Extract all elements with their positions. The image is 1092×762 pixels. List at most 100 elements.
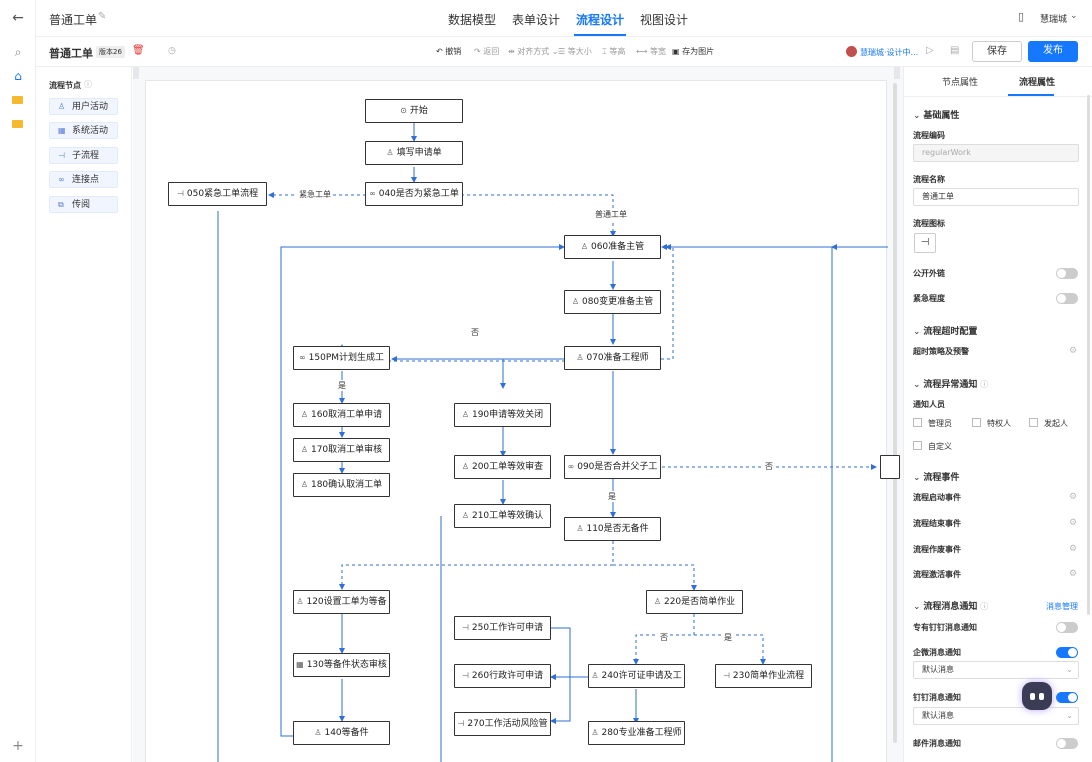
- checkbox-custom[interactable]: 自定义: [913, 441, 952, 452]
- node-220[interactable]: ♙ 220是否简单作业: [646, 590, 743, 614]
- clock-icon[interactable]: ◷: [168, 46, 176, 56]
- chevron-down-icon[interactable]: ⌄: [1070, 11, 1078, 21]
- palette-system-activity[interactable]: ▦ 系统活动: [49, 122, 118, 139]
- node-200[interactable]: ♙ 200工单等效审查: [454, 455, 551, 479]
- gear-icon[interactable]: ⚙: [1069, 518, 1077, 528]
- same-size-button[interactable]: ☰ 等大小: [558, 46, 592, 57]
- publish-button[interactable]: 发布: [1028, 41, 1078, 62]
- node-270[interactable]: ⊣ 270工作活动风险管: [454, 712, 551, 736]
- node-140[interactable]: ♙ 140等备件: [293, 721, 390, 745]
- folder-icon[interactable]: [10, 116, 26, 132]
- doc-icon[interactable]: ▯: [1018, 10, 1024, 23]
- node-010[interactable]: ♙ 填写申请单: [365, 141, 463, 165]
- panel-scrollbar[interactable]: [1087, 95, 1090, 615]
- edit-icon[interactable]: ✎: [98, 11, 106, 22]
- gear-icon[interactable]: ⚙: [1069, 492, 1077, 502]
- collapse-right-handle[interactable]: [894, 67, 900, 79]
- checkbox-admin[interactable]: 管理员: [913, 418, 952, 429]
- help-icon[interactable]: ⓘ: [84, 79, 92, 90]
- node-120[interactable]: ♙ 120设置工单为等备: [293, 590, 390, 614]
- node-150[interactable]: ∞ 150PM计划生成工: [293, 346, 390, 370]
- home-icon[interactable]: ⌂: [10, 68, 26, 84]
- save-button[interactable]: 保存: [972, 41, 1022, 62]
- urgency-toggle[interactable]: [1056, 293, 1078, 304]
- gear-icon[interactable]: ⚙: [1069, 569, 1077, 579]
- node-start[interactable]: ⊙ 开始: [365, 99, 463, 123]
- search-icon[interactable]: ⌕: [10, 44, 26, 60]
- collapse-timeout-icon[interactable]: ⌄ 流程超时配置: [913, 324, 977, 337]
- tab-flow-props[interactable]: 流程属性: [1019, 75, 1055, 88]
- palette-connector[interactable]: ∞ 连接点: [49, 171, 118, 188]
- same-height-button[interactable]: ⌶ 等高: [602, 46, 625, 57]
- checkbox-privileged[interactable]: 特权人: [972, 418, 1011, 429]
- node-040[interactable]: ∞ 040是否为紧急工单: [365, 182, 463, 206]
- node-240[interactable]: ♙ 240许可证申请及工: [588, 664, 685, 688]
- node-070[interactable]: ♙ 070准备工程师: [564, 346, 661, 370]
- folder-icon[interactable]: [10, 92, 26, 108]
- collapse-left-handle[interactable]: [133, 67, 139, 79]
- collapse-events-icon[interactable]: ⌄ 流程事件: [913, 470, 959, 483]
- collapse-msg-icon[interactable]: ⌄ 流程消息通知 ⓘ: [913, 599, 988, 612]
- tab-form-design[interactable]: 表单设计: [512, 11, 560, 28]
- flow-name-input[interactable]: 普通工单: [913, 188, 1079, 206]
- node-060[interactable]: ♙ 060准备主管: [564, 235, 661, 259]
- node-230[interactable]: ⊣ 230简单作业流程: [715, 664, 812, 688]
- help-icon: ⓘ: [980, 380, 989, 389]
- align-button[interactable]: ⇹ 对齐方式 ⌄: [508, 46, 559, 57]
- node-190[interactable]: ♙ 190申请等效关闭: [454, 403, 551, 427]
- dingtalk-exclusive-toggle[interactable]: [1056, 622, 1078, 633]
- gear-icon[interactable]: ⚙: [1069, 544, 1077, 554]
- undo-button[interactable]: ↶ 撤销: [436, 46, 461, 57]
- node-offscreen[interactable]: [880, 455, 900, 479]
- assistant-bot-icon[interactable]: [1022, 682, 1052, 710]
- node-130[interactable]: ▦ 130等备件状态审核: [293, 653, 390, 677]
- node-050[interactable]: ⊣ 050紧急工单流程: [168, 182, 267, 206]
- canvas-area[interactable]: ⊙ 开始 ♙ 填写申请单 ∞ 040是否为紧急工单 ⊣ 050紧急工单流程 ♙ 060准备…: [133, 67, 903, 762]
- node-180[interactable]: ♙ 180确认取消工单: [293, 473, 390, 497]
- wecom-select[interactable]: 默认消息 ⌄: [913, 661, 1079, 679]
- palette-circulate[interactable]: ⧉ 传阅: [49, 196, 118, 213]
- collapse-exception-icon[interactable]: ⌄ 流程异常通知 ⓘ: [913, 377, 988, 390]
- grid-icon: ▦: [58, 126, 66, 135]
- checkbox-initiator[interactable]: 发起人: [1029, 418, 1068, 429]
- save-image-button[interactable]: ▣ 存为图片: [672, 46, 714, 57]
- tab-view-design[interactable]: 视图设计: [640, 11, 688, 28]
- node-250[interactable]: ⊣ 250工作许可申请: [454, 616, 551, 640]
- tab-node-props[interactable]: 节点属性: [942, 75, 978, 88]
- palette-subprocess[interactable]: ⊣ 子流程: [49, 147, 118, 164]
- play-circle-icon: ⊙: [400, 106, 407, 115]
- flow-canvas[interactable]: ⊙ 开始 ♙ 填写申请单 ∞ 040是否为紧急工单 ⊣ 050紧急工单流程 ♙ 060准备…: [145, 80, 900, 762]
- node-170[interactable]: ♙ 170取消工单审核: [293, 438, 390, 462]
- node-080[interactable]: ♙ 080变更准备主管: [564, 290, 661, 314]
- delete-icon[interactable]: 🗑: [132, 45, 145, 56]
- dingtalk-select[interactable]: 默认消息 ⌄: [913, 707, 1079, 725]
- node-210[interactable]: ♙ 210工单等效确认: [454, 504, 551, 528]
- node-110[interactable]: ♙ 110是否无备件: [564, 517, 661, 541]
- wecom-toggle[interactable]: [1056, 647, 1078, 658]
- link-icon: ∞: [567, 462, 575, 471]
- add-icon[interactable]: +: [10, 738, 26, 754]
- dingtalk-toggle[interactable]: [1056, 692, 1078, 703]
- same-width-button[interactable]: ⟷ 等宽: [636, 46, 666, 57]
- tab-flow-design[interactable]: 流程设计: [576, 11, 624, 28]
- user-icon: ♙: [461, 410, 469, 419]
- public-link-toggle[interactable]: [1056, 268, 1078, 279]
- user-name[interactable]: 慧瑞城: [1040, 12, 1067, 25]
- msg-manage-link[interactable]: 消息管理: [1046, 601, 1078, 612]
- palette-user-activity[interactable]: ♙ 用户活动: [49, 98, 118, 115]
- flow-code-input[interactable]: regularWork: [913, 144, 1079, 162]
- node-160[interactable]: ♙ 160取消工单申请: [293, 403, 390, 427]
- vertical-scrollbar[interactable]: [893, 83, 897, 743]
- email-toggle[interactable]: [1056, 738, 1078, 749]
- redo-button[interactable]: ↷ 返回: [474, 46, 499, 57]
- node-260[interactable]: ⊣ 260行政许可申请: [454, 664, 551, 688]
- clipboard-icon[interactable]: ▤: [950, 45, 959, 56]
- collapse-basic-icon[interactable]: ⌄ 基础属性: [913, 108, 959, 121]
- gear-icon[interactable]: ⚙: [1069, 346, 1077, 356]
- arrow-left-icon[interactable]: ←: [10, 10, 26, 26]
- play-icon[interactable]: ▷: [926, 45, 934, 56]
- subprocess-icon[interactable]: ⊣: [914, 233, 936, 253]
- node-280[interactable]: ♙ 280专业准备工程师: [588, 721, 685, 745]
- tab-data-model[interactable]: 数据模型: [448, 11, 496, 28]
- node-090[interactable]: ∞ 090是否合并父子工: [564, 455, 661, 479]
